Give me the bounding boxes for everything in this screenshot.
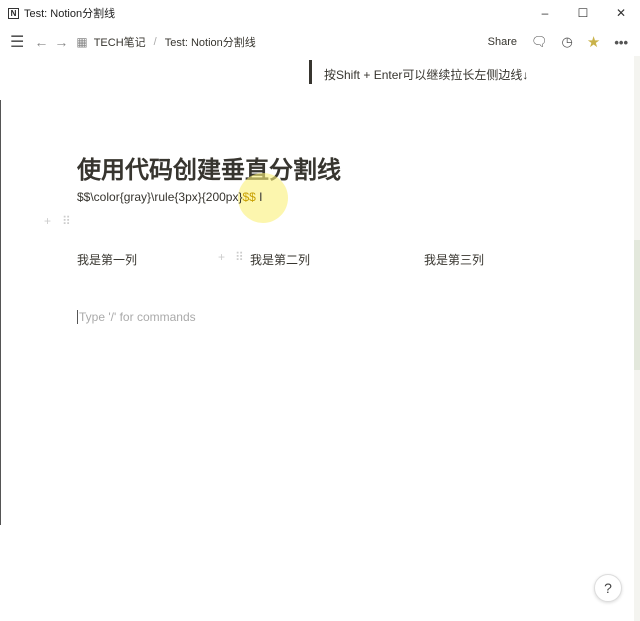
- add-block-icon[interactable]: +: [218, 250, 225, 264]
- share-button[interactable]: Share: [488, 36, 517, 48]
- history-clock-icon[interactable]: ◷: [562, 34, 573, 50]
- breadcrumb-separator: /: [153, 36, 157, 48]
- back-arrow-icon[interactable]: ←: [34, 34, 48, 50]
- math-code-end: $$: [242, 190, 256, 204]
- forward-arrow-icon[interactable]: →: [54, 34, 68, 50]
- page-icon: ▦: [76, 35, 88, 49]
- column-1[interactable]: 我是第一列: [77, 251, 137, 268]
- close-button[interactable]: ✕: [602, 0, 640, 26]
- menu-icon[interactable]: ☰: [10, 32, 24, 52]
- page-heading[interactable]: 使用代码创建垂直分割线: [77, 150, 341, 185]
- favorite-star-icon[interactable]: ★: [587, 33, 600, 51]
- math-code-text: $$\color{gray}\rule{3px}{200px}: [77, 190, 243, 204]
- minimize-button[interactable]: –: [526, 0, 564, 26]
- more-options-icon[interactable]: •••: [614, 35, 628, 50]
- title-bar: N Test: Notion分割线 – ☐ ✕: [0, 0, 640, 26]
- math-code-block[interactable]: $$\color{gray}\rule{3px}{200px}$$ I: [77, 190, 263, 204]
- maximize-button[interactable]: ☐: [564, 0, 602, 26]
- notion-app-icon: N: [8, 7, 19, 19]
- window-title: Test: Notion分割线: [24, 8, 116, 20]
- drag-handle-icon[interactable]: ⠿: [235, 250, 244, 264]
- drag-handle-icon[interactable]: ⠿: [62, 214, 71, 228]
- scrollbar-thumb[interactable]: [634, 240, 640, 370]
- add-block-icon[interactable]: +: [44, 214, 51, 228]
- left-border-line: [0, 100, 1, 525]
- comment-icon[interactable]: 🗨: [531, 34, 548, 50]
- empty-block-input[interactable]: Type '/' for commands: [77, 310, 196, 324]
- column-2[interactable]: 我是第二列: [250, 251, 310, 268]
- top-bar: ☰ ← → ▦ TECH笔记 / Test: Notion分割线 Share 🗨…: [0, 28, 640, 56]
- help-button[interactable]: ?: [594, 574, 622, 602]
- column-3[interactable]: 我是第三列: [424, 251, 484, 268]
- breadcrumb-page[interactable]: Test: Notion分割线: [165, 34, 256, 50]
- quote-block[interactable]: 按Shift + Enter可以继续拉长左侧边线↓: [309, 60, 528, 84]
- text-cursor-icon: I: [259, 190, 263, 204]
- breadcrumb-tech[interactable]: TECH笔记: [94, 34, 146, 50]
